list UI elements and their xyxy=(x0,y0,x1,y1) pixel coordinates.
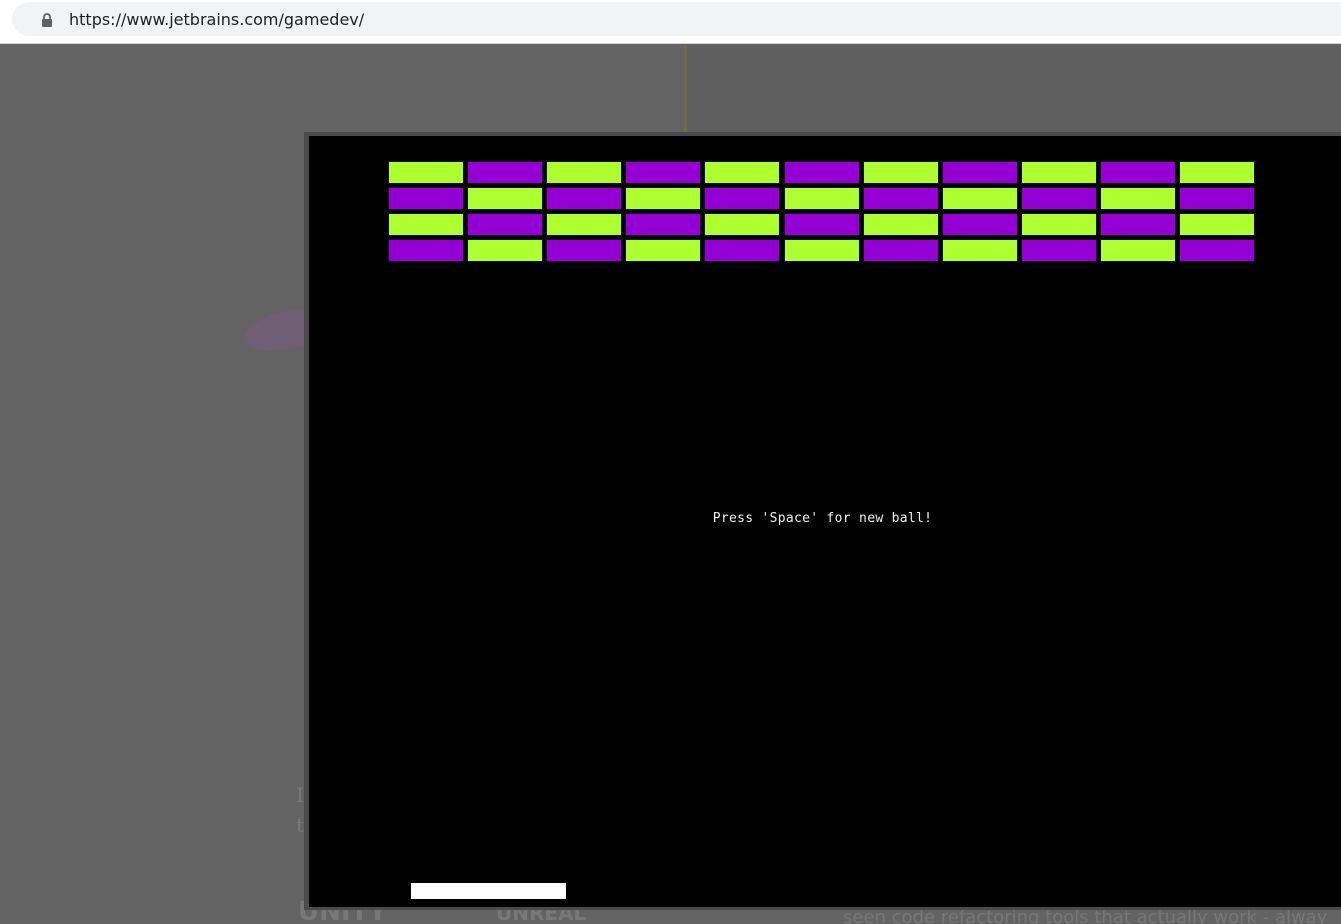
brick xyxy=(1021,239,1097,262)
brick xyxy=(1021,213,1097,236)
brick xyxy=(704,187,780,210)
brick xyxy=(704,161,780,184)
brick xyxy=(388,187,464,210)
brick xyxy=(784,213,860,236)
brick xyxy=(467,213,543,236)
brick xyxy=(1100,239,1176,262)
brick xyxy=(942,187,1018,210)
brick xyxy=(467,187,543,210)
brick xyxy=(863,213,939,236)
brick xyxy=(625,213,701,236)
brick xyxy=(704,213,780,236)
background-hero-image xyxy=(684,45,1341,133)
background-text-fragment: t xyxy=(296,813,305,837)
lock-icon xyxy=(42,13,52,27)
brick xyxy=(942,239,1018,262)
brick xyxy=(863,239,939,262)
brick xyxy=(625,187,701,210)
game-message: Press 'Space' for new ball! xyxy=(712,511,933,526)
brick xyxy=(388,239,464,262)
paddle[interactable] xyxy=(411,883,566,899)
brick xyxy=(863,187,939,210)
brick xyxy=(1179,239,1255,262)
brick xyxy=(388,161,464,184)
brick xyxy=(784,161,860,184)
background-text-fragment: I xyxy=(296,783,304,807)
url-text[interactable]: https://www.jetbrains.com/gamedev/ xyxy=(69,9,364,31)
brick xyxy=(546,161,622,184)
brick xyxy=(1021,187,1097,210)
brick xyxy=(546,239,622,262)
brick xyxy=(546,213,622,236)
brick xyxy=(942,161,1018,184)
brick xyxy=(704,239,780,262)
brick xyxy=(625,239,701,262)
brick xyxy=(1100,187,1176,210)
brick xyxy=(467,239,543,262)
brick xyxy=(1179,187,1255,210)
brick xyxy=(1100,161,1176,184)
brick xyxy=(1179,161,1255,184)
brick xyxy=(1100,213,1176,236)
brick xyxy=(1021,161,1097,184)
url-field[interactable]: https://www.jetbrains.com/gamedev/ xyxy=(12,2,1341,36)
brick xyxy=(625,161,701,184)
brick xyxy=(388,213,464,236)
brick xyxy=(784,239,860,262)
browser-address-bar: https://www.jetbrains.com/gamedev/ xyxy=(0,0,1341,44)
brick xyxy=(942,213,1018,236)
brick xyxy=(546,187,622,210)
brick xyxy=(784,187,860,210)
brick xyxy=(1179,213,1255,236)
breakout-game-canvas[interactable]: Press 'Space' for new ball! xyxy=(309,136,1341,907)
brick xyxy=(467,161,543,184)
brick xyxy=(863,161,939,184)
